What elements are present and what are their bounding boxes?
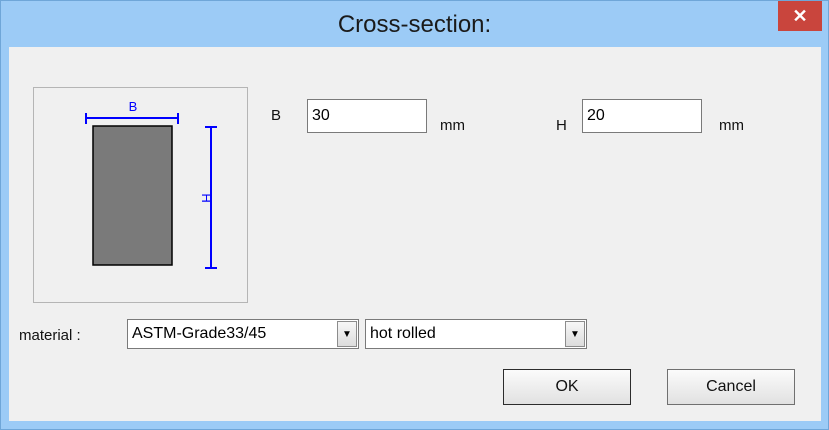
section-rectangle (92, 125, 173, 266)
chevron-down-icon[interactable]: ▼ (337, 321, 357, 347)
material-grade-value: ASTM-Grade33/45 (132, 325, 267, 342)
chevron-down-icon[interactable]: ▼ (565, 321, 585, 347)
cross-section-drawing: B H (85, 99, 217, 269)
h-input[interactable] (582, 99, 702, 133)
b-unit: mm (440, 117, 465, 134)
material-label: material : (19, 327, 81, 344)
h-dimension-label: H (199, 193, 214, 202)
title-bar[interactable]: Cross-section: ✕ (1, 1, 828, 47)
b-input[interactable] (307, 99, 427, 133)
h-unit: mm (719, 117, 744, 134)
material-grade-select[interactable]: ASTM-Grade33/45 ▼ (127, 319, 359, 349)
material-process-select[interactable]: hot rolled ▼ (365, 319, 587, 349)
dialog-title: Cross-section: (337, 11, 492, 38)
ok-button[interactable]: OK (503, 369, 631, 405)
material-process-value: hot rolled (370, 325, 436, 342)
dialog-body: B H B mm H mm material : ASTM-Grade33/45… (9, 47, 821, 421)
close-icon: ✕ (792, 5, 808, 26)
b-dimension-label: B (129, 99, 138, 114)
cancel-button[interactable]: Cancel (667, 369, 795, 405)
close-button[interactable]: ✕ (778, 1, 822, 31)
dialog-window: Cross-section: ✕ B H B mm H mm material (0, 0, 829, 430)
b-label: B (271, 107, 282, 124)
h-label: H (556, 117, 567, 134)
cross-section-preview: B H (33, 87, 248, 303)
